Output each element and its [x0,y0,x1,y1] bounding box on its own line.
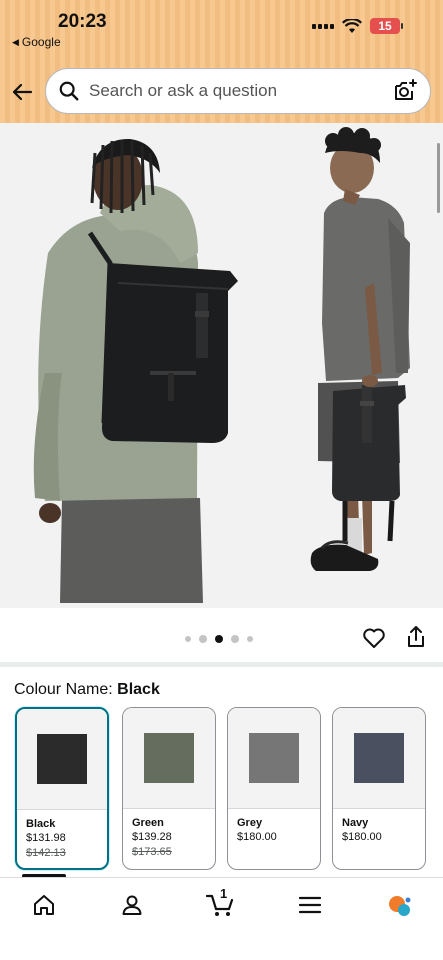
swatch-was-price: $142.13 [26,847,66,859]
back-app-label: Google [21,35,61,49]
section-divider [0,662,443,667]
gallery-scrollbar[interactable] [437,143,440,213]
pager-dot[interactable] [247,636,253,642]
swatch-image [228,708,320,809]
cart-count: 1 [220,886,228,901]
swatch-name: Navy [342,817,369,829]
colour-selected-value: Black [117,681,160,698]
nav-rufus[interactable] [384,890,414,920]
swatch-black[interactable]: Black $131.98 $142.13 [15,707,109,870]
swatch-color-navy [354,733,404,783]
wifi-icon [342,18,362,33]
signal-icon [312,23,334,29]
bottom-nav: 1 [0,877,443,960]
menu-icon [299,896,321,914]
swatch-color-grey [249,733,299,783]
nav-home[interactable] [29,890,59,920]
swatch-price: $139.28 [132,831,172,843]
product-page: 20:23 ◀ Google 15 Search or ask a questi… [0,0,443,960]
swatch-navy[interactable]: Navy $180.00 [332,707,426,870]
product-image[interactable] [0,123,443,608]
swatch-name: Grey [237,817,263,829]
pager-dot[interactable] [199,635,207,643]
model-man-illustration [310,127,410,571]
colour-name-label: Colour Name: Black [14,681,160,699]
swatch-name: Black [26,818,56,830]
swatch-was-price: $173.65 [132,846,172,858]
swatch-image [123,708,215,809]
product-photo [33,127,410,603]
header: 20:23 ◀ Google 15 Search or ask a questi… [0,0,443,123]
back-arrow-icon[interactable] [10,80,34,104]
model-woman-illustration [33,138,238,603]
search-bar[interactable]: Search or ask a question [45,68,431,114]
back-to-app[interactable]: ◀ Google [12,35,61,49]
back-triangle-icon: ◀ [12,36,19,47]
nav-account[interactable] [117,890,147,920]
pager-dot-active[interactable] [215,635,223,643]
swatch-color-black [37,734,87,784]
pager-dot[interactable] [231,635,239,643]
status-icons: 15 [312,18,403,34]
swatch-green[interactable]: Green $139.28 $173.65 [122,707,216,870]
status-time: 20:23 [58,11,107,32]
search-icon [59,81,79,101]
swatch-price: $180.00 [342,831,382,843]
swatch-price: $131.98 [26,832,66,844]
search-input[interactable]: Search or ask a question [89,81,392,101]
nav-menu[interactable] [295,890,325,920]
nav-cart[interactable]: 1 [205,886,235,920]
image-pager[interactable] [185,635,253,643]
swatch-name: Green [132,817,164,829]
swatch-grey[interactable]: Grey $180.00 [227,707,321,870]
colour-label-text: Colour Name: [14,681,113,698]
swatch-price: $180.00 [237,831,277,843]
home-icon [34,895,54,915]
battery-icon: 15 [370,18,400,34]
swatch-image [333,708,425,809]
account-icon [122,895,142,915]
camera-search-icon[interactable] [392,78,418,104]
heart-icon[interactable] [362,626,386,650]
swatch-color-green [144,733,194,783]
swatch-image [17,709,107,810]
rufus-icon [389,896,411,916]
pager-dot[interactable] [185,636,191,642]
share-icon[interactable] [405,625,427,649]
